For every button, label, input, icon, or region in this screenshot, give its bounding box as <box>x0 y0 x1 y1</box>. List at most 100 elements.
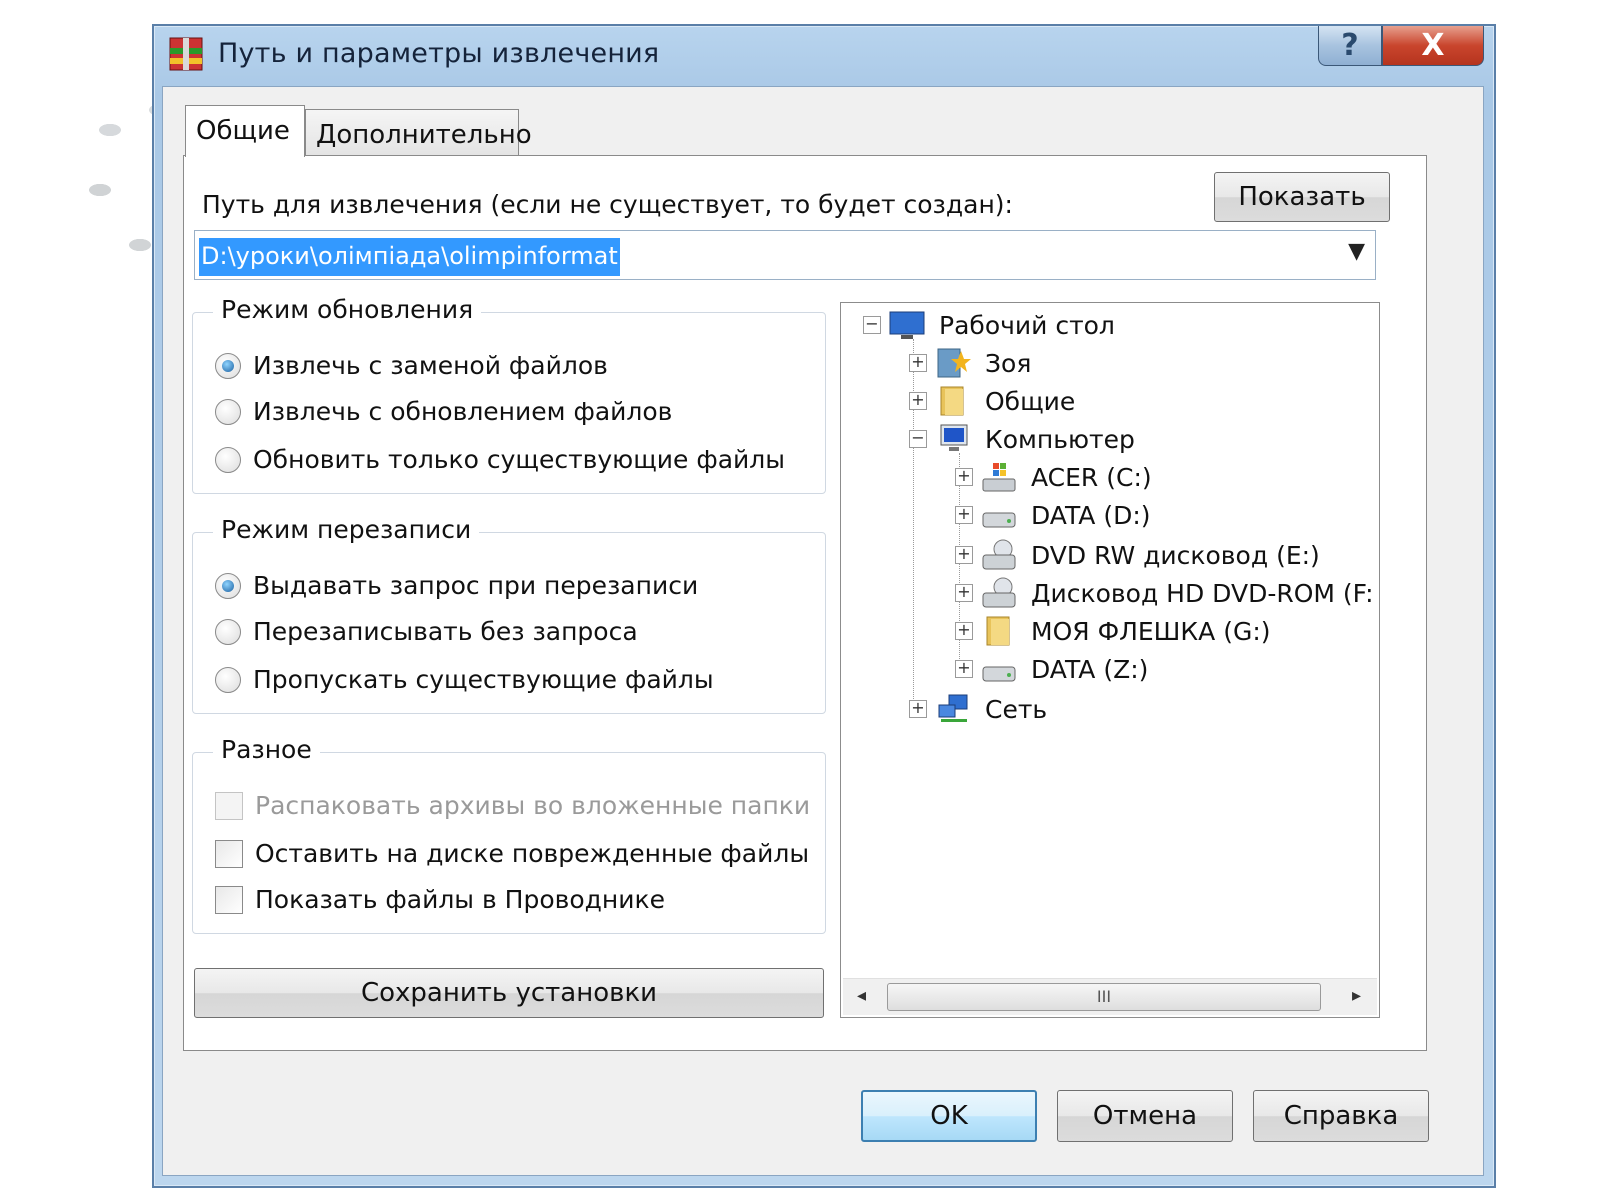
tree-item-label: Зоя <box>985 348 1032 378</box>
radio-button[interactable] <box>215 446 241 473</box>
cancel-button[interactable]: Отмена <box>1057 1090 1233 1142</box>
option-label: Пропускать существующие файлы <box>253 665 714 694</box>
radio-button[interactable] <box>215 398 241 425</box>
overwrite-mode-group: Режим перезаписи Выдавать запрос при пер… <box>192 515 826 714</box>
tree-item-drive-e[interactable]: + DVD RW дисковод (E:) <box>955 539 1320 571</box>
path-combobox[interactable]: D:\уроки\олімпіада\olimpinformat ▼ <box>194 230 1376 280</box>
show-button[interactable]: Показать <box>1214 172 1390 222</box>
tree-item-drive-d[interactable]: + DATA (D:) <box>955 499 1151 531</box>
expand-icon[interactable]: + <box>955 506 973 524</box>
tree-item-drive-g[interactable]: + МОЯ ФЛЕШКА (G:) <box>955 615 1271 647</box>
expand-icon[interactable]: + <box>955 622 973 640</box>
tree-item-label: Сеть <box>985 694 1048 724</box>
tree-item-label: ACER (C:) <box>1031 462 1152 492</box>
expand-icon[interactable]: + <box>909 392 927 410</box>
dvd-drive-icon <box>982 539 1016 570</box>
folder-icon <box>986 616 1010 646</box>
tree-item-computer[interactable]: − Компьютер <box>909 423 1135 455</box>
misc-group: Разное Распаковать архивы во вложенные п… <box>192 735 826 934</box>
checkbox-extract-subfolders: Распаковать архивы во вложенные папки <box>215 791 810 820</box>
checkbox-keep-broken[interactable]: Оставить на диске поврежденные файлы <box>215 839 809 868</box>
checkbox-show-in-explorer[interactable]: Показать файлы в Проводнике <box>215 885 665 914</box>
tree-item-drive-c[interactable]: + ACER (C:) <box>955 461 1152 493</box>
dialog-client-area: Общие Дополнительно Путь для извлечения … <box>162 86 1484 1176</box>
tree-item-label: Компьютер <box>985 424 1135 454</box>
radio-extract-replace[interactable]: Извлечь с заменой файлов <box>215 351 608 380</box>
close-button[interactable]: X <box>1382 26 1484 66</box>
option-label: Перезаписывать без запроса <box>253 617 638 646</box>
title-bar[interactable]: Путь и параметры извлечения ? X <box>154 26 1494 84</box>
checkbox[interactable] <box>215 885 243 914</box>
dropdown-arrow-icon[interactable]: ▼ <box>1348 239 1365 264</box>
winrar-icon <box>169 37 203 71</box>
tab-general[interactable]: Общие <box>185 105 305 157</box>
tree-item-desktop[interactable]: − Рабочий стол <box>863 309 1115 341</box>
tab-advanced[interactable]: Дополнительно <box>305 109 532 155</box>
tree-item-label: DATA (Z:) <box>1031 654 1149 684</box>
scroll-left-icon[interactable]: ◂ <box>857 985 866 1006</box>
tree-item-label: Дисковод HD DVD-ROM (F: <box>1031 578 1374 608</box>
window-title: Путь и параметры извлечения <box>218 38 660 69</box>
radio-overwrite-silent[interactable]: Перезаписывать без запроса <box>215 617 638 646</box>
computer-icon <box>940 424 968 451</box>
tree-item-drive-z[interactable]: + DATA (Z:) <box>955 653 1148 685</box>
hard-drive-icon <box>982 512 1016 528</box>
scroll-thumb[interactable]: III <box>887 983 1321 1011</box>
update-mode-group: Режим обновления Извлечь с заменой файло… <box>192 295 826 494</box>
radio-button[interactable] <box>215 618 241 645</box>
tree-item-label: МОЯ ФЛЕШКА (G:) <box>1031 616 1271 646</box>
folder-tree[interactable]: − Рабочий стол + Зоя + Общие − Компьютер… <box>840 302 1380 1018</box>
ok-button[interactable]: OK <box>861 1090 1037 1142</box>
expand-icon[interactable]: + <box>955 660 973 678</box>
tree-item-label: Рабочий стол <box>939 310 1115 340</box>
save-settings-button[interactable]: Сохранить установки <box>194 968 824 1018</box>
radio-update-existing[interactable]: Обновить только существующие файлы <box>215 445 785 474</box>
desktop-icon <box>889 311 925 339</box>
extraction-dialog: Путь и параметры извлечения ? X Общие До… <box>152 24 1496 1188</box>
option-label: Показать файлы в Проводнике <box>255 885 666 914</box>
radio-extract-update[interactable]: Извлечь с обновлением файлов <box>215 397 672 426</box>
help-title-button[interactable]: ? <box>1318 26 1382 66</box>
tree-item-zoya[interactable]: + Зоя <box>909 347 1031 379</box>
path-label: Путь для извлечения (если не существует,… <box>202 190 1013 219</box>
user-folder-icon <box>937 348 971 378</box>
option-label: Распаковать архивы во вложенные папки <box>255 791 811 820</box>
dvd-drive-icon <box>982 577 1016 608</box>
folder-icon <box>940 386 964 416</box>
expand-icon[interactable]: + <box>955 468 973 486</box>
overwrite-mode-title: Режим перезаписи <box>213 515 480 544</box>
radio-button[interactable] <box>215 666 241 693</box>
radio-skip-existing[interactable]: Пропускать существующие файлы <box>215 665 714 694</box>
collapse-icon[interactable]: − <box>863 316 881 334</box>
expand-icon[interactable]: + <box>909 354 927 372</box>
expand-icon[interactable]: + <box>955 584 973 602</box>
checkbox <box>215 791 243 820</box>
tree-item-network[interactable]: + Сеть <box>909 693 1047 725</box>
general-tab-panel: Путь для извлечения (если не существует,… <box>183 155 1427 1051</box>
expand-icon[interactable]: + <box>955 546 973 564</box>
system-drive-icon <box>982 463 1016 492</box>
hard-drive-icon <box>982 666 1016 682</box>
radio-button-checked[interactable] <box>215 572 241 599</box>
radio-ask-overwrite[interactable]: Выдавать запрос при перезаписи <box>215 571 698 600</box>
option-label: Выдавать запрос при перезаписи <box>253 571 699 600</box>
path-input-value[interactable]: D:\уроки\олімпіада\olimpinformat <box>199 238 620 276</box>
radio-button-checked[interactable] <box>215 352 241 379</box>
update-mode-title: Режим обновления <box>213 295 482 324</box>
help-button[interactable]: Справка <box>1253 1090 1429 1142</box>
scroll-right-icon[interactable]: ▸ <box>1352 985 1361 1006</box>
expand-icon[interactable]: + <box>909 700 927 718</box>
tree-item-label: Общие <box>985 386 1076 416</box>
network-icon <box>938 694 968 722</box>
option-label: Оставить на диске поврежденные файлы <box>255 839 810 868</box>
tree-item-label: DATA (D:) <box>1031 500 1151 530</box>
option-label: Обновить только существующие файлы <box>253 445 786 474</box>
option-label: Извлечь с обновлением файлов <box>253 397 673 426</box>
horizontal-scrollbar[interactable]: ◂ III ▸ <box>843 978 1377 1015</box>
collapse-icon[interactable]: − <box>909 430 927 448</box>
tree-item-shared[interactable]: + Общие <box>909 385 1075 417</box>
option-label: Извлечь с заменой файлов <box>253 351 608 380</box>
checkbox[interactable] <box>215 839 243 868</box>
tree-item-drive-f[interactable]: + Дисковод HD DVD-ROM (F: <box>955 577 1374 609</box>
misc-title: Разное <box>213 735 320 764</box>
